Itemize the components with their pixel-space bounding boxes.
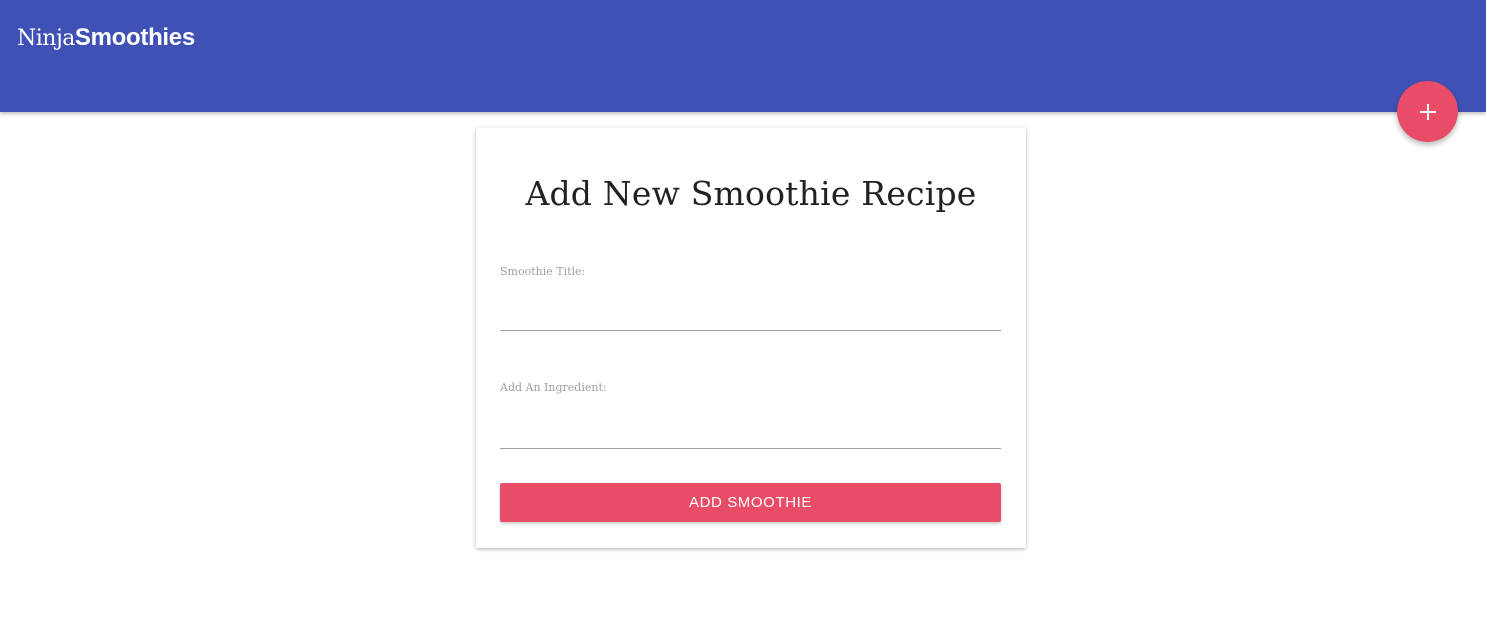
brand-logo[interactable]: NinjaSmoothies	[17, 22, 195, 54]
form-title: Add New Smoothie Recipe	[525, 174, 977, 213]
ingredient-input[interactable]	[500, 419, 1001, 449]
add-icon	[1418, 102, 1438, 122]
brand-text-bold: Smoothies	[74, 24, 195, 51]
add-smoothie-button[interactable]: ADD SMOOTHIE	[500, 483, 1001, 522]
top-navbar: NinjaSmoothies	[0, 0, 1486, 112]
add-smoothie-form-card: Add New Smoothie Recipe Smoothie Title: …	[476, 128, 1026, 548]
smoothie-title-input[interactable]	[500, 301, 1001, 331]
smoothie-title-label: Smoothie Title:	[500, 265, 586, 278]
add-recipe-fab-button[interactable]	[1397, 81, 1458, 142]
brand-text-light: Ninja	[17, 26, 75, 51]
ingredient-label: Add An Ingredient:	[500, 381, 607, 394]
